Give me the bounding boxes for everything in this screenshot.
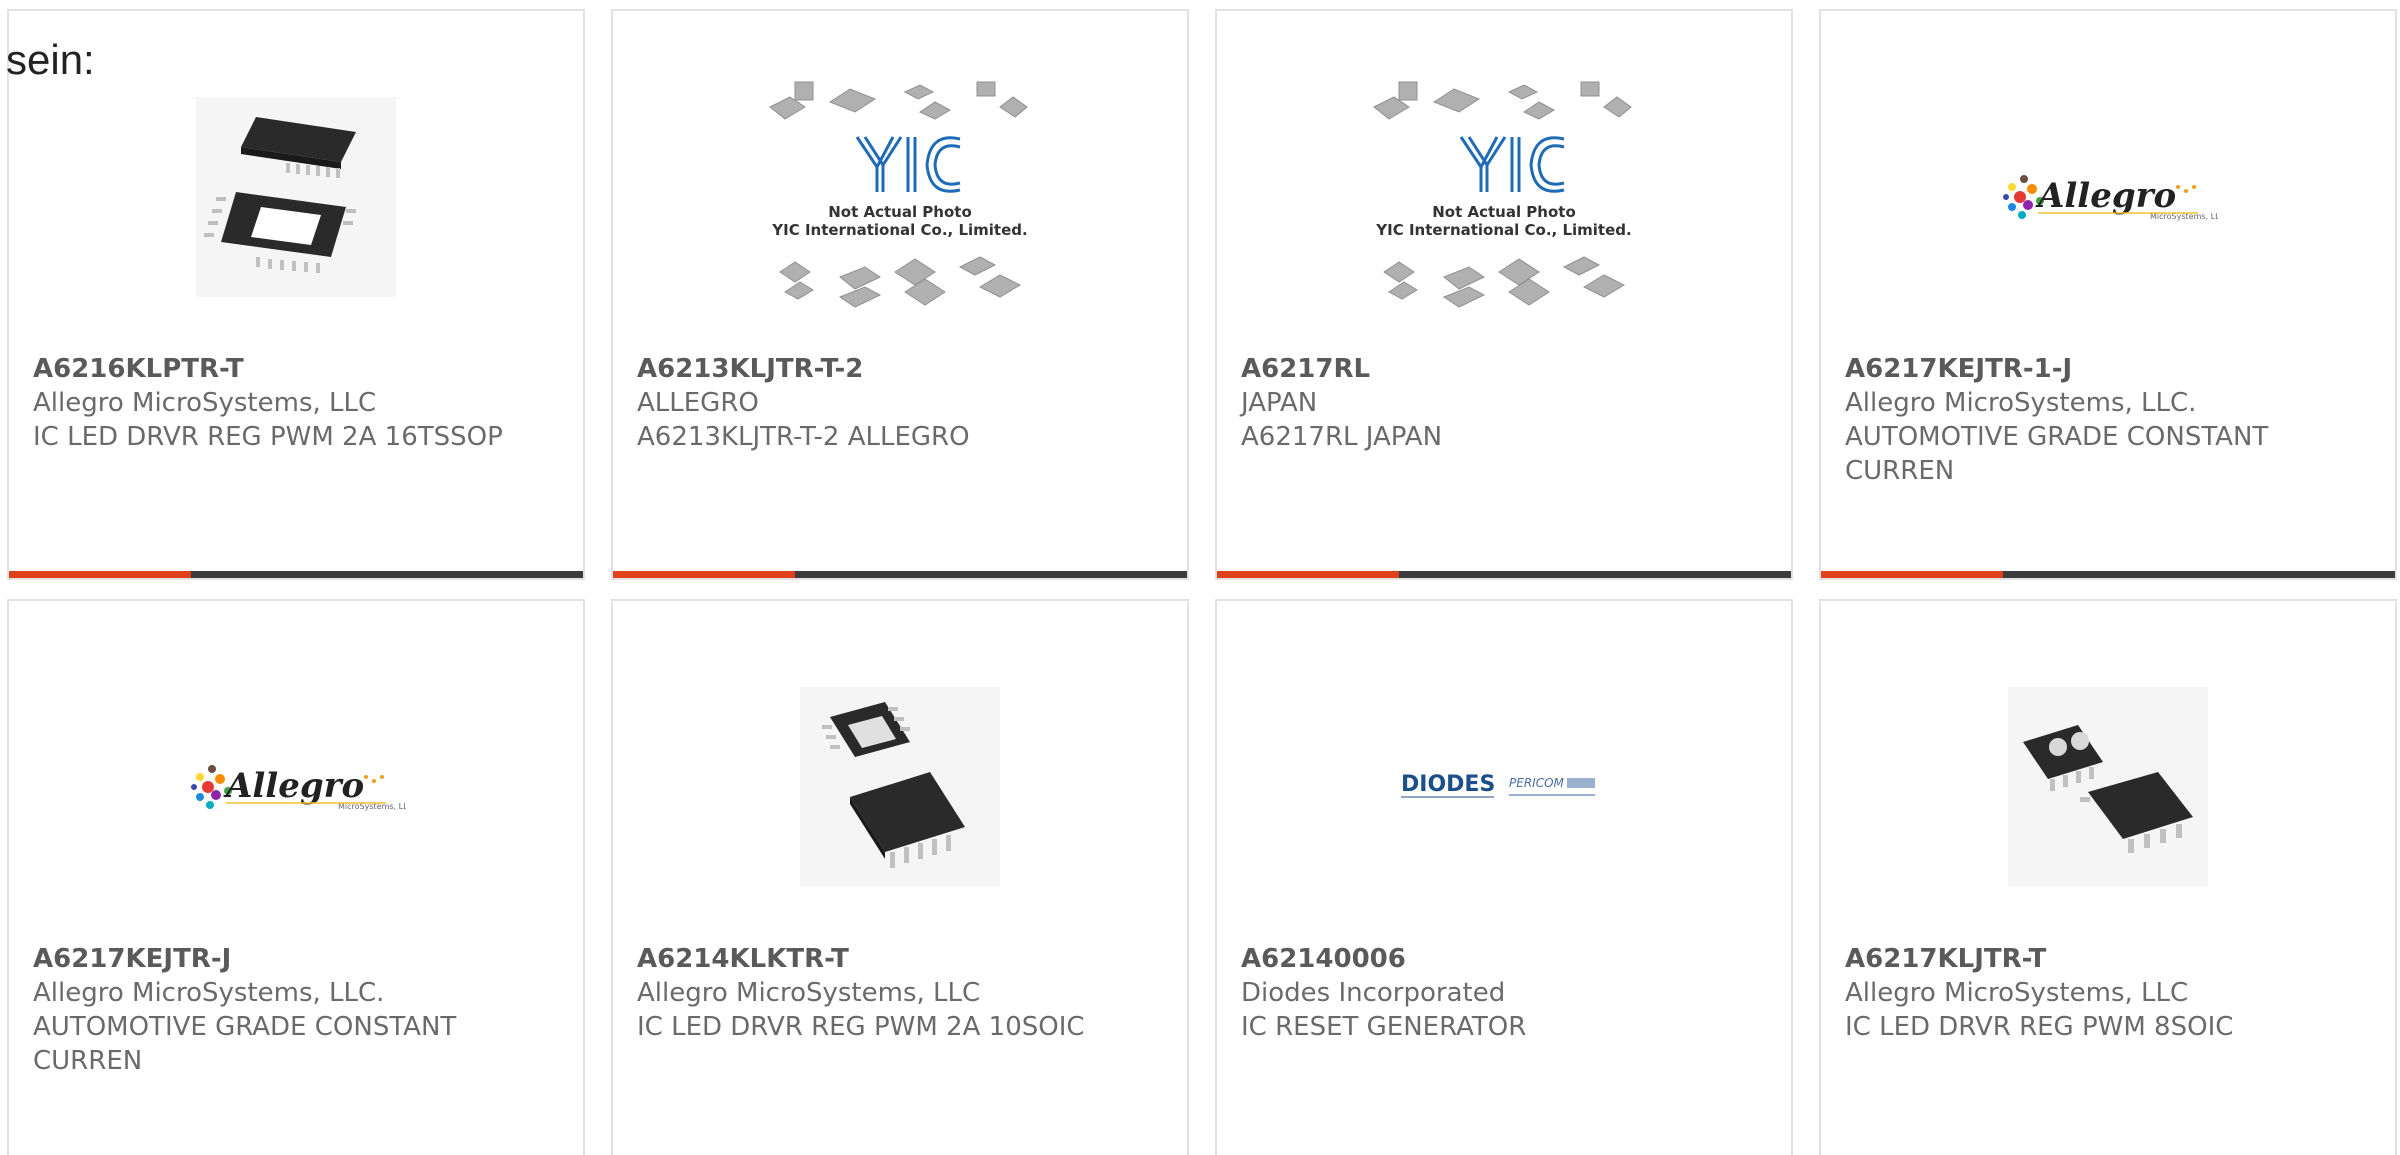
manufacturer: Allegro MicroSystems, LLC.	[33, 978, 385, 1008]
image-caption-2: YIC International Co., Limited.	[771, 221, 1027, 239]
product-image-soic8[interactable]	[1968, 677, 2248, 897]
product-card[interactable]: Allegro MicroSystems, LLC A6217KEJTR-1-J…	[1819, 9, 2397, 580]
part-number[interactable]: A6217KLJTR-T	[1845, 942, 2371, 976]
product-info: A6216KLPTR-T Allegro MicroSystems, LLC I…	[33, 352, 559, 454]
product-info: A6217KLJTR-T Allegro MicroSystems, LLC I…	[1845, 942, 2371, 1044]
card-bottom-bar	[1217, 571, 1791, 578]
part-number[interactable]: A6217KEJTR-1-J	[1845, 352, 2371, 386]
description: IC LED DRVR REG PWM 2A 10SOIC	[637, 1012, 1085, 1042]
product-card[interactable]: A6214KLKTR-T Allegro MicroSystems, LLC I…	[611, 599, 1189, 1155]
card-bottom-bar	[613, 571, 1187, 578]
manufacturer: JAPAN	[1241, 388, 1318, 418]
product-image-allegro-logo[interactable]: Allegro MicroSystems, LLC	[1968, 87, 2248, 307]
product-image-tssop16[interactable]	[156, 87, 436, 307]
description: AUTOMOTIVE GRADE CONSTANT CURREN	[33, 1012, 457, 1076]
part-number[interactable]: A6213KLJTR-T-2	[637, 352, 1163, 386]
manufacturer: Diodes Incorporated	[1241, 978, 1506, 1008]
product-image-allegro-logo[interactable]: Allegro MicroSystems, LLC	[156, 677, 436, 897]
logo-text: Allegro	[223, 766, 364, 806]
product-card[interactable]: Allegro MicroSystems, LLC A6217KEJTR-J A…	[7, 599, 585, 1155]
image-caption-2: YIC International Co., Limited.	[1375, 221, 1631, 239]
product-card[interactable]: Not Actual Photo YIC International Co., …	[611, 9, 1189, 580]
description: IC LED DRVR REG PWM 8SOIC	[1845, 1012, 2234, 1042]
manufacturer: Allegro MicroSystems, LLC	[33, 388, 377, 418]
card-bottom-bar	[1821, 571, 2395, 578]
manufacturer: Allegro MicroSystems, LLC.	[1845, 388, 2197, 418]
product-card[interactable]: A6217KLJTR-T Allegro MicroSystems, LLC I…	[1819, 599, 2397, 1155]
part-number[interactable]: A6217KEJTR-J	[33, 942, 559, 976]
logo-text: DIODES	[1401, 772, 1495, 797]
part-number[interactable]: A6217RL	[1241, 352, 1767, 386]
part-number[interactable]: A62140006	[1241, 942, 1767, 976]
description: AUTOMOTIVE GRADE CONSTANT CURREN	[1845, 422, 2269, 486]
product-image-diodes-logo[interactable]: DIODES PERICOM	[1364, 677, 1644, 897]
product-image-yic-placeholder[interactable]: Not Actual Photo YIC International Co., …	[760, 81, 1040, 308]
description: A6217RL JAPAN	[1241, 422, 1443, 452]
product-card[interactable]: DIODES PERICOM A62140006 Diodes Incorpor…	[1215, 599, 1793, 1155]
product-grid-page: sein: A6216KLPTR-T Allegro MicroSystems,…	[0, 0, 2400, 1155]
product-info: A6213KLJTR-T-2 ALLEGRO A6213KLJTR-T-2 AL…	[637, 352, 1163, 454]
product-info: A62140006 Diodes Incorporated IC RESET G…	[1241, 942, 1767, 1044]
product-info: A6217KEJTR-J Allegro MicroSystems, LLC. …	[33, 942, 559, 1078]
image-caption-1: Not Actual Photo	[828, 203, 972, 221]
description: IC RESET GENERATOR	[1241, 1012, 1527, 1042]
part-number[interactable]: A6216KLPTR-T	[33, 352, 559, 386]
card-bottom-bar	[9, 571, 583, 578]
product-image-soic10[interactable]	[760, 677, 1040, 897]
product-info: A6214KLKTR-T Allegro MicroSystems, LLC I…	[637, 942, 1163, 1044]
product-info: A6217RL JAPAN A6217RL JAPAN	[1241, 352, 1767, 454]
product-image-yic-placeholder[interactable]: Not Actual Photo YIC International Co., …	[1364, 81, 1644, 308]
product-info: A6217KEJTR-1-J Allegro MicroSystems, LLC…	[1845, 352, 2371, 488]
logo-subtext: PERICOM	[1509, 776, 1565, 790]
logo-text: Allegro	[2035, 176, 2176, 216]
image-caption-1: Not Actual Photo	[1432, 203, 1576, 221]
description: IC LED DRVR REG PWM 2A 16TSSOP	[33, 422, 503, 452]
product-card[interactable]: A6216KLPTR-T Allegro MicroSystems, LLC I…	[7, 9, 585, 580]
product-card[interactable]: Not Actual Photo YIC International Co., …	[1215, 9, 1793, 580]
manufacturer: Allegro MicroSystems, LLC	[637, 978, 981, 1008]
part-number[interactable]: A6214KLKTR-T	[637, 942, 1163, 976]
description: A6213KLJTR-T-2 ALLEGRO	[637, 422, 970, 452]
manufacturer: Allegro MicroSystems, LLC	[1845, 978, 2189, 1008]
manufacturer: ALLEGRO	[637, 388, 759, 418]
intro-text: sein:	[6, 36, 95, 83]
